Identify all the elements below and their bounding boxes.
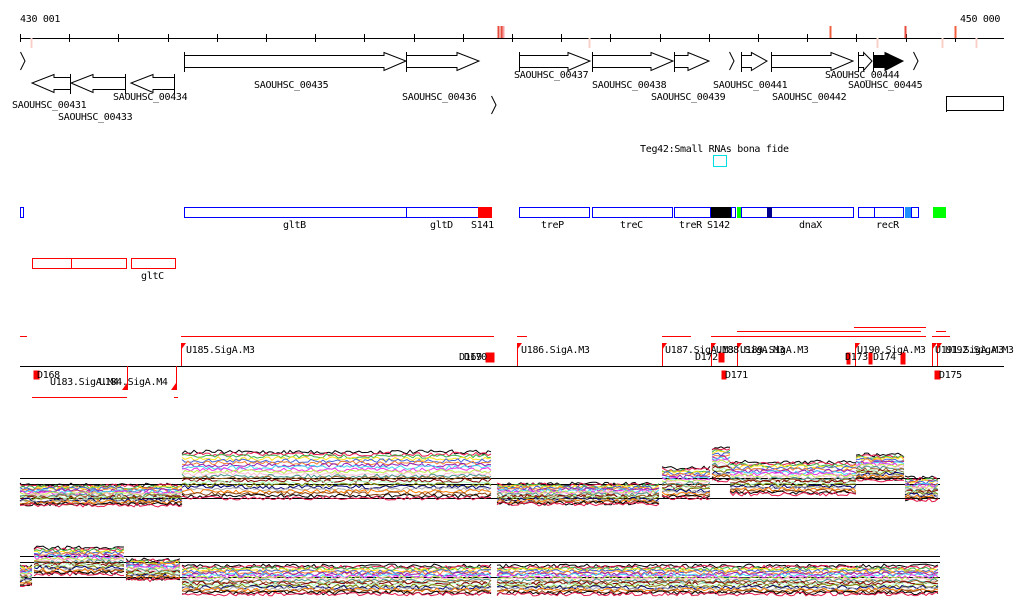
gene-box	[767, 207, 772, 218]
gene-box	[406, 207, 479, 218]
gene-label[interactable]: dnaX	[799, 220, 822, 231]
dsite-label[interactable]: D174	[873, 352, 896, 363]
cds-label[interactable]: SAOUHSC_00437	[514, 70, 589, 81]
dsite-label[interactable]: D175	[939, 370, 962, 381]
operon-label[interactable]: U189.SigA.M3	[740, 345, 809, 356]
gene-box	[858, 207, 875, 218]
gene-box	[933, 207, 946, 218]
cds-arrow-reverse	[69, 73, 126, 94]
cds-arrow-forward	[873, 51, 905, 72]
gene-label[interactable]: recR	[876, 220, 899, 231]
operon-label[interactable]: U184.SigA.M4	[99, 377, 168, 388]
operon-label[interactable]: U192.SigA.M3	[945, 345, 1014, 356]
cds-label[interactable]: SAOUHSC_00434	[113, 92, 188, 103]
cds-arrow-forward	[184, 51, 408, 72]
cds-arrow-forward	[771, 51, 855, 72]
cds-label[interactable]: SAOUHSC_00436	[402, 92, 477, 103]
ruler-end-label: 450 000	[960, 14, 1001, 25]
ruler-start-label: 430 001	[20, 14, 61, 25]
srna-box	[713, 155, 727, 167]
gene-box	[911, 207, 919, 218]
dsite-label[interactable]: D168	[37, 370, 60, 381]
cds-small-arrow	[729, 51, 735, 71]
cds-arrow-forward	[858, 51, 873, 72]
cds-label[interactable]: SAOUHSC_00445	[848, 80, 923, 91]
cds-label[interactable]: SAOUHSC_00435	[254, 80, 329, 91]
expression-profile-line	[19, 582, 33, 584]
cds-arrow-forward	[519, 51, 592, 72]
cds-arrow-reverse	[30, 73, 71, 94]
gene-box	[519, 207, 590, 218]
gene-label[interactable]: gltC	[141, 271, 164, 282]
gene-box	[131, 258, 176, 269]
cds-label[interactable]: SAOUHSC_00431	[12, 100, 87, 111]
gene-box	[592, 207, 673, 218]
expression-profile-line	[181, 449, 492, 455]
dsite-label[interactable]: D170	[464, 352, 487, 363]
gene-label[interactable]: treR	[679, 220, 702, 231]
cds-small-arrow	[491, 95, 497, 115]
gene-label[interactable]: gltB	[283, 220, 306, 231]
cds-arrow-forward	[741, 51, 769, 72]
cds-label[interactable]: SAOUHSC_00439	[651, 92, 726, 103]
gene-label[interactable]: treC	[620, 220, 643, 231]
gene-box	[478, 207, 492, 218]
gene-box	[184, 207, 407, 218]
gene-label[interactable]: treP	[541, 220, 564, 231]
operon-label[interactable]: U185.SigA.M3	[186, 345, 255, 356]
dsite-label[interactable]: D172	[695, 352, 718, 363]
srna-label[interactable]: Teg42:Small RNAs bona fide	[640, 144, 789, 155]
gene-label[interactable]: gltD	[430, 220, 453, 231]
gene-box	[731, 207, 736, 218]
cds-arrow-forward	[592, 51, 675, 72]
gene-box	[20, 207, 24, 218]
cds-arrow-reverse	[129, 73, 175, 94]
cds-label[interactable]: SAOUHSC_00433	[58, 112, 133, 123]
expression-profile-line	[181, 493, 492, 499]
cds-small-arrow	[913, 51, 919, 71]
cds-small-arrow	[20, 51, 26, 71]
dsite-label[interactable]: D171	[725, 370, 748, 381]
gene-box	[737, 207, 742, 218]
gene-box	[32, 258, 127, 269]
gene-box	[741, 207, 854, 218]
tss-flag	[171, 383, 176, 390]
gene-box	[874, 207, 904, 218]
gene-label[interactable]: S142	[707, 220, 730, 231]
feature-box	[946, 96, 1004, 111]
cds-arrow-forward	[406, 51, 481, 72]
cds-label[interactable]: SAOUHSC_00438	[592, 80, 667, 91]
cds-arrow-forward	[674, 51, 711, 72]
gene-box	[905, 207, 912, 218]
gene-box	[674, 207, 711, 218]
gene-label[interactable]: S141	[471, 220, 494, 231]
dsite-label[interactable]: D173	[845, 352, 868, 363]
gene-box	[711, 207, 731, 218]
operon-label[interactable]: U186.SigA.M3	[521, 345, 590, 356]
cds-label[interactable]: SAOUHSC_00441	[713, 80, 788, 91]
cds-label[interactable]: SAOUHSC_00442	[772, 92, 847, 103]
genome-browser: 430 001 450 000 SAOUHSC_00431 SAOUHSC_00…	[0, 0, 1024, 611]
